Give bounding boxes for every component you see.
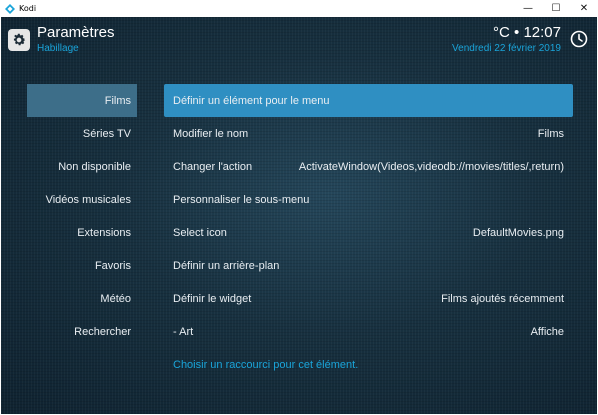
sidebar-item-label: Extensions bbox=[77, 226, 131, 239]
menu-item-label: Choisir un raccourci pour cet élément. bbox=[173, 358, 359, 371]
menu-item-value: ActivateWindow(Videos,videodb://movies/t… bbox=[298, 160, 564, 173]
menu-item-customize-submenu[interactable]: Personnaliser le sous-menu bbox=[164, 183, 573, 216]
sidebar: Films Séries TV Non disponible Vidéos mu… bbox=[27, 84, 137, 348]
sidebar-item-label: Météo bbox=[100, 292, 131, 305]
menu-item-value: DefaultMovies.png bbox=[472, 226, 564, 239]
sidebar-item-series-tv[interactable]: Séries TV bbox=[27, 117, 137, 150]
window-titlebar: Kodi — ☐ ✕ bbox=[0, 0, 598, 17]
menu-item-art[interactable]: - Art Affiche bbox=[164, 315, 573, 348]
sidebar-item-favoris[interactable]: Favoris bbox=[27, 249, 137, 282]
maximize-button[interactable]: ☐ bbox=[542, 0, 570, 17]
page-subtitle: Habillage bbox=[37, 43, 79, 54]
sidebar-item-films[interactable]: Films bbox=[27, 84, 137, 117]
menu-item-label: Modifier le nom bbox=[173, 127, 249, 140]
menu-item-rename[interactable]: Modifier le nom Films bbox=[164, 117, 573, 150]
window-controls: — ☐ ✕ bbox=[514, 0, 598, 17]
sidebar-item-rechercher[interactable]: Rechercher bbox=[27, 315, 137, 348]
sidebar-item-label: Rechercher bbox=[74, 325, 131, 338]
menu-item-set-widget[interactable]: Définir le widget Films ajoutés récemmen… bbox=[164, 282, 573, 315]
minimize-button[interactable]: — bbox=[514, 0, 542, 17]
clock-icon[interactable] bbox=[570, 30, 588, 48]
menu-item-choose-shortcut[interactable]: Choisir un raccourci pour cet élément. bbox=[164, 348, 573, 381]
window-title: Kodi bbox=[19, 4, 37, 13]
sidebar-item-label: Non disponible bbox=[58, 160, 131, 173]
menu-item-change-action[interactable]: Changer l'action ActivateWindow(Videos,v… bbox=[164, 150, 573, 183]
kodi-app: Paramètres Habillage °C • 12:07 Vendredi… bbox=[1, 17, 597, 414]
gear-icon bbox=[8, 29, 30, 51]
date-display: Vendredi 22 février 2019 bbox=[452, 43, 561, 54]
menu-item-label: - Art bbox=[173, 325, 194, 338]
sidebar-item-label: Favoris bbox=[94, 259, 131, 272]
close-button[interactable]: ✕ bbox=[570, 0, 598, 17]
menu-item-label: Définir le widget bbox=[173, 292, 252, 305]
sidebar-item-label: Séries TV bbox=[82, 127, 131, 140]
menu-item-value: Films ajoutés récemment bbox=[441, 292, 564, 305]
menu-item-label: Changer l'action bbox=[173, 160, 253, 173]
menu-item-select-icon[interactable]: Select icon DefaultMovies.png bbox=[164, 216, 573, 249]
menu-item-label: Définir un élément pour le menu bbox=[173, 94, 330, 107]
sidebar-item-videos-musicales[interactable]: Vidéos musicales bbox=[27, 183, 137, 216]
sidebar-item-extensions[interactable]: Extensions bbox=[27, 216, 137, 249]
menu-item-value: Films bbox=[537, 127, 564, 140]
sidebar-item-non-disponible[interactable]: Non disponible bbox=[27, 150, 137, 183]
menu-item-set-item[interactable]: Définir un élément pour le menu bbox=[164, 84, 573, 117]
menu-item-set-background[interactable]: Définir un arrière-plan bbox=[164, 249, 573, 282]
menu-item-label: Personnaliser le sous-menu bbox=[173, 193, 310, 206]
page-title: Paramètres bbox=[37, 24, 115, 41]
menu-options-list: Définir un élément pour le menu Modifier… bbox=[164, 84, 573, 381]
menu-item-label: Select icon bbox=[173, 226, 227, 239]
sidebar-item-label: Vidéos musicales bbox=[45, 193, 131, 206]
weather-time: °C • 12:07 bbox=[493, 24, 561, 41]
sidebar-item-label: Films bbox=[104, 94, 131, 107]
sidebar-item-meteo[interactable]: Météo bbox=[27, 282, 137, 315]
menu-item-value: Affiche bbox=[530, 325, 564, 338]
menu-item-label: Définir un arrière-plan bbox=[173, 259, 280, 272]
kodi-logo-icon bbox=[5, 3, 15, 14]
